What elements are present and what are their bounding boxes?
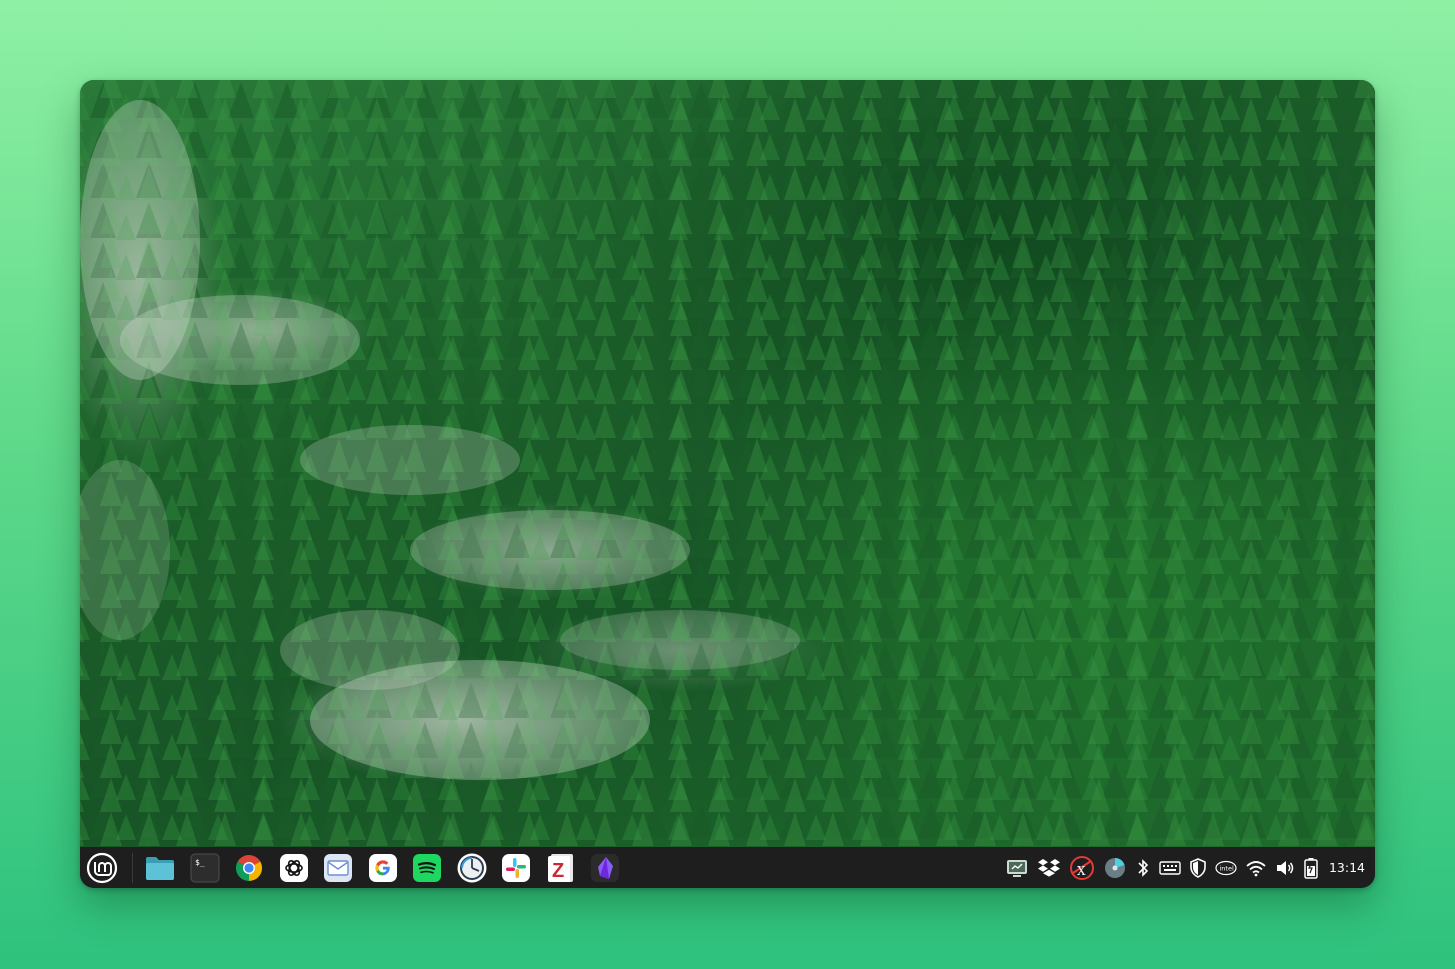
disk-usage-button[interactable]: [1103, 847, 1127, 888]
update-manager-button[interactable]: [1005, 847, 1029, 888]
desktop-screen: $_ Z X intel 13:14: [80, 80, 1375, 888]
xapp-button[interactable]: X: [1069, 847, 1095, 888]
slack-icon: [502, 853, 530, 882]
system-tray: X intel 13:14: [997, 847, 1375, 888]
dropbox-button[interactable]: [1037, 847, 1061, 888]
chatgpt-icon: [279, 853, 308, 882]
spotify-icon: [413, 853, 441, 882]
chatgpt-launcher[interactable]: [277, 851, 311, 885]
obsidian-launcher[interactable]: [588, 851, 622, 885]
volume-icon: [1276, 860, 1294, 875]
zotero-launcher[interactable]: Z: [544, 851, 578, 885]
dropbox-icon: [1037, 858, 1060, 877]
timeshift-launcher[interactable]: [455, 851, 489, 885]
chrome-icon: [235, 854, 263, 881]
forest-pattern: [80, 80, 1375, 847]
disk-usage-icon: [1104, 857, 1125, 878]
update-manager-icon: [1006, 859, 1027, 877]
mail-launcher[interactable]: [321, 851, 355, 885]
keyboard-button[interactable]: [1159, 847, 1181, 888]
xapp-icon: X: [1069, 855, 1094, 880]
wifi-icon: [1246, 860, 1266, 876]
svg-text:intel: intel: [1219, 864, 1233, 872]
google-launcher[interactable]: [366, 851, 400, 885]
svg-text:$_: $_: [195, 858, 205, 867]
svg-text:Z: Z: [552, 860, 564, 882]
shield-icon: [1190, 857, 1206, 878]
bluetooth-icon: [1138, 858, 1149, 877]
intel-button[interactable]: intel: [1215, 847, 1237, 888]
panel-clock[interactable]: 13:14: [1329, 860, 1365, 875]
shield-button[interactable]: [1189, 847, 1207, 888]
obsidian-icon: [591, 853, 619, 882]
intel-icon: intel: [1215, 860, 1237, 875]
google-icon: [368, 853, 397, 882]
files-launcher[interactable]: [143, 851, 177, 885]
timeshift-icon: [457, 853, 486, 882]
battery-button[interactable]: [1303, 847, 1319, 888]
keyboard-icon: [1159, 860, 1181, 875]
spotify-launcher[interactable]: [410, 851, 444, 885]
mail-icon: [324, 853, 352, 882]
terminal-launcher[interactable]: $_: [188, 851, 222, 885]
zotero-icon: Z: [547, 853, 573, 882]
files-icon: [146, 856, 174, 880]
linux-mint-logo-icon: [86, 852, 118, 883]
taskbar-panel: $_ Z X intel 13:14: [80, 847, 1375, 888]
launcher-group: $_ Z: [143, 851, 633, 885]
terminal-icon: $_: [190, 853, 219, 882]
menu-button[interactable]: [80, 847, 124, 888]
bluetooth-button[interactable]: [1135, 847, 1151, 888]
panel-separator: [132, 852, 133, 883]
wifi-button[interactable]: [1245, 847, 1267, 888]
volume-button[interactable]: [1275, 847, 1295, 888]
wallpaper: [80, 80, 1375, 847]
battery-icon: [1304, 857, 1318, 879]
slack-launcher[interactable]: [499, 851, 533, 885]
chrome-launcher[interactable]: [232, 851, 266, 885]
svg-text:X: X: [1077, 864, 1086, 878]
